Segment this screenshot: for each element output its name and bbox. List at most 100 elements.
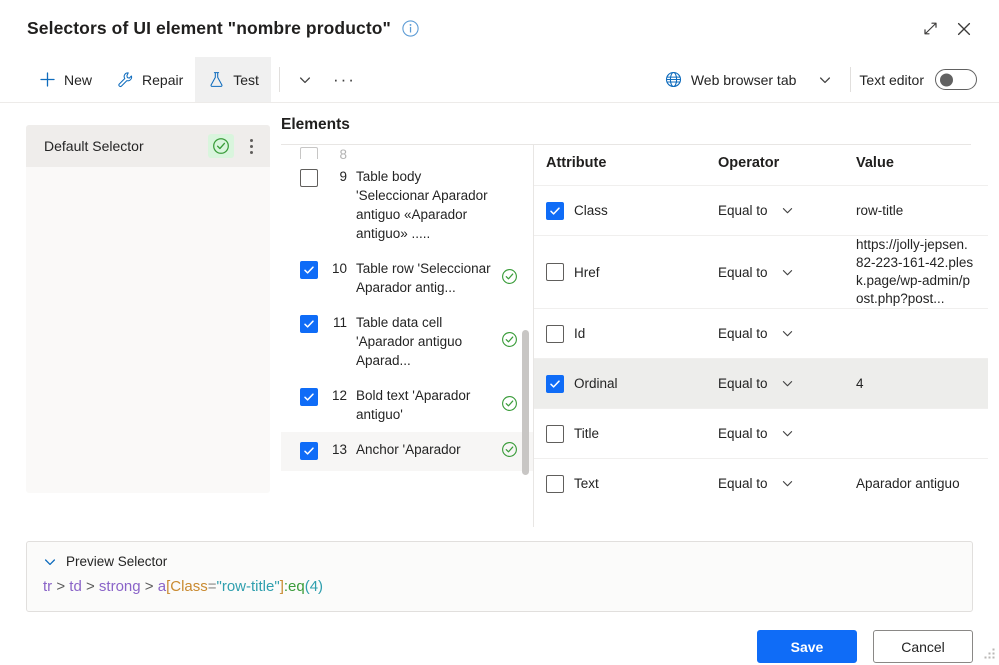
attribute-row[interactable]: Title Equal to: [534, 408, 988, 458]
info-circle-icon[interactable]: [402, 20, 419, 37]
attribute-operator-dropdown[interactable]: Equal to: [718, 376, 856, 391]
text-editor-toggle-group: Text editor: [859, 57, 983, 102]
attribute-row[interactable]: Ordinal Equal to 4: [534, 358, 988, 408]
selector-name-label: Default Selector: [44, 138, 144, 154]
text-editor-toggle[interactable]: [935, 69, 977, 90]
toggle-knob: [940, 73, 953, 86]
maximize-icon[interactable]: [913, 13, 947, 45]
attribute-operator-dropdown[interactable]: Equal to: [718, 265, 856, 280]
selector-token: >: [140, 578, 158, 595]
attribute-operator-label: Equal to: [718, 376, 768, 391]
attribute-value-cell[interactable]: https://jolly-jepsen.82-223-161-42.plesk…: [856, 236, 988, 308]
elements-region: Elements 8 9 Table body 'Seleccionar Apara…: [270, 116, 999, 527]
element-tree-row[interactable]: 13 Anchor 'Aparador: [281, 432, 533, 471]
element-tree-row[interactable]: 11 Table data cell 'Aparador antiguo Apar…: [281, 305, 533, 378]
elements-header: Elements: [281, 116, 971, 145]
attribute-operator-dropdown[interactable]: Equal to: [718, 426, 856, 441]
attribute-row-checkbox[interactable]: [546, 201, 564, 220]
attribute-name-label: Ordinal: [574, 376, 618, 391]
element-tree-row-label: Table body 'Seleccionar Aparador antiguo…: [356, 169, 488, 241]
element-tree-row[interactable]: 12 Bold text 'Aparador antiguo': [281, 378, 533, 432]
attribute-value-cell[interactable]: row-title: [856, 202, 988, 220]
resize-grip[interactable]: [982, 646, 996, 660]
element-tree-row-status-icon: [501, 331, 519, 353]
globe-icon: [665, 71, 683, 89]
selector-list-item-default[interactable]: Default Selector: [26, 125, 270, 167]
element-tree-row-checkbox[interactable]: [300, 261, 318, 279]
flask-icon: [207, 71, 225, 89]
attribute-row[interactable]: Id Equal to: [534, 308, 988, 358]
preview-selector-code: tr > td > strong > a[Class="row-title"]:…: [43, 578, 956, 595]
attribute-name-label: Class: [574, 203, 608, 218]
element-tree-row-label: Table data cell 'Aparador antiguo Aparad…: [356, 315, 463, 368]
new-button-label: New: [64, 71, 93, 88]
preview-selector-toggle[interactable]: Preview Selector: [43, 554, 956, 569]
attribute-name-cell: Title: [546, 424, 718, 443]
new-button[interactable]: New: [26, 57, 104, 102]
dialog-footer: Save Cancel: [0, 612, 999, 663]
element-tree-row-status-icon: [501, 441, 519, 463]
element-tree-row-checkbox[interactable]: [300, 315, 318, 333]
kebab-menu-icon[interactable]: [240, 133, 262, 159]
attribute-value-cell[interactable]: Aparador antiguo: [856, 475, 988, 493]
selector-token: >: [52, 578, 70, 595]
selector-token: Class: [170, 578, 208, 595]
attribute-value-cell[interactable]: 4: [856, 375, 988, 393]
attribute-table-header: Attribute Operator Value: [534, 145, 988, 185]
attribute-row-checkbox[interactable]: [546, 324, 564, 343]
attribute-name-cell: Ordinal: [546, 374, 718, 393]
attribute-table-pane: Attribute Operator Value Class Equal to ro…: [534, 145, 988, 527]
attribute-name-label: Href: [574, 264, 600, 280]
chevron-down-icon: [43, 555, 57, 569]
text-editor-label: Text editor: [859, 71, 924, 88]
dialog-titlebar: Selectors of UI element "nombre producto…: [0, 0, 999, 57]
scope-selector-button[interactable]: Web browser tab: [653, 57, 809, 102]
test-button[interactable]: Test: [195, 57, 271, 102]
chevron-down-icon[interactable]: [288, 57, 322, 102]
attribute-row-checkbox[interactable]: [546, 474, 564, 493]
attribute-row-checkbox[interactable]: [546, 424, 564, 443]
attribute-row[interactable]: Class Equal to row-title: [534, 185, 988, 235]
element-tree-row-index: 8: [339, 147, 347, 159]
attribute-operator-dropdown[interactable]: Equal to: [718, 476, 856, 491]
element-tree-list: 8 9 Table body 'Seleccionar Aparador antig…: [281, 145, 533, 527]
repair-button[interactable]: Repair: [104, 57, 195, 102]
element-tree-pane[interactable]: 8 9 Table body 'Seleccionar Aparador antig…: [281, 145, 534, 527]
element-tree-row[interactable]: 9 Table body 'Seleccionar Aparador antigu…: [281, 159, 533, 251]
selector-token: =: [207, 578, 217, 595]
attribute-row-checkbox[interactable]: [546, 263, 564, 281]
element-tree-row[interactable]: 8: [281, 145, 533, 159]
dialog-body: Default Selector Elements 89Table body: [0, 103, 999, 527]
selector-token: a: [157, 578, 167, 595]
scope-divider: [850, 67, 852, 92]
attribute-operator-label: Equal to: [718, 476, 768, 491]
check-circle-icon: [208, 134, 234, 158]
attribute-row[interactable]: Href Equal to https://jolly-jepsen.82-223-…: [534, 235, 988, 308]
chevron-down-icon: [781, 266, 794, 279]
attribute-row[interactable]: Text Equal to Aparador antiguo: [534, 458, 988, 508]
test-button-label: Test: [233, 71, 259, 88]
save-button[interactable]: Save: [757, 630, 857, 663]
element-tree-row-checkbox[interactable]: [300, 169, 318, 187]
attribute-name-label: Id: [574, 326, 586, 341]
plus-icon: [38, 71, 56, 89]
preview-selector-panel: Preview Selector tr > td > strong > a[Cl…: [26, 541, 973, 612]
ellipsis-icon[interactable]: ···: [322, 57, 367, 102]
element-tree-row-checkbox[interactable]: [300, 442, 318, 460]
scope-chevron-down-icon[interactable]: [808, 57, 842, 102]
page-title: Selectors of UI element "nombre producto…: [27, 18, 391, 38]
selector-token: td: [69, 578, 82, 595]
selector-token: "row-title": [216, 578, 280, 595]
close-icon[interactable]: [947, 13, 981, 45]
element-tree-row[interactable]: 10 Table row 'Seleccionar Aparador antig.…: [281, 251, 533, 305]
attribute-row-checkbox[interactable]: [546, 374, 564, 393]
selector-token: >: [81, 578, 99, 595]
attribute-operator-dropdown[interactable]: Equal to: [718, 203, 856, 218]
selector-token: strong: [98, 578, 141, 595]
element-tree-row-checkbox[interactable]: [300, 147, 318, 159]
element-tree-scrollbar[interactable]: [522, 330, 529, 475]
attribute-operator-dropdown[interactable]: Equal to: [718, 326, 856, 341]
element-tree-row-checkbox[interactable]: [300, 388, 318, 406]
cancel-button[interactable]: Cancel: [873, 630, 973, 663]
element-tree-row-label: Anchor 'Aparador: [356, 442, 461, 457]
